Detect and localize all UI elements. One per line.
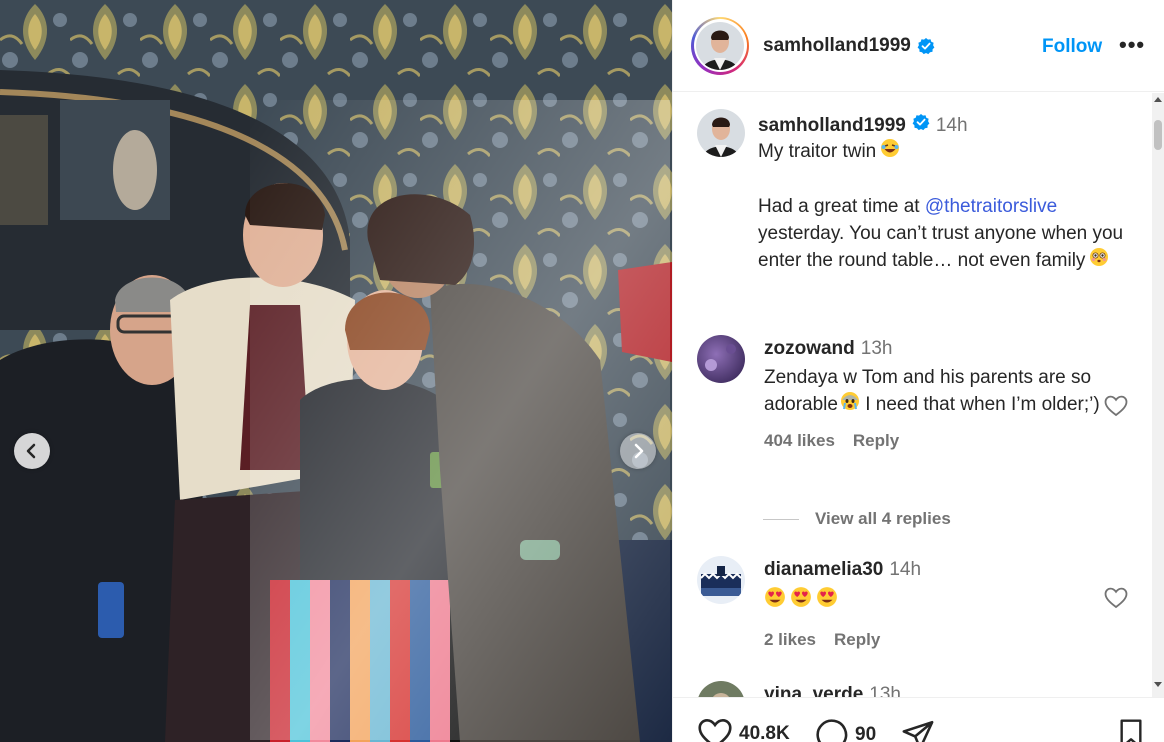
comments-scroll-area[interactable]: samholland1999 14h My traitor twin Had a … bbox=[673, 93, 1164, 697]
comment-text: Zendaya w Tom and his parents are so ado… bbox=[764, 364, 1104, 419]
caption-avatar[interactable] bbox=[697, 109, 745, 157]
follow-button[interactable]: Follow bbox=[1042, 36, 1102, 58]
more-options-button[interactable]: ••• bbox=[1119, 32, 1145, 58]
author-avatar bbox=[696, 21, 744, 70]
next-photo-button[interactable] bbox=[620, 433, 656, 469]
comment-count[interactable]: 90 bbox=[855, 724, 876, 742]
paper-plane-icon bbox=[902, 720, 934, 742]
commenter-username[interactable]: dianamelia30 bbox=[764, 559, 883, 580]
comment-text bbox=[764, 586, 1104, 616]
caption-line1-text: My traitor twin bbox=[758, 141, 877, 163]
post-photo[interactable] bbox=[0, 0, 672, 742]
caption-body: Had a great time at @thetraitorslive yes… bbox=[758, 193, 1138, 275]
comment-time[interactable]: 14h bbox=[889, 559, 921, 580]
verified-badge-icon bbox=[917, 37, 935, 55]
comment-button[interactable]: 90 bbox=[815, 718, 876, 742]
caption-time[interactable]: 14h bbox=[936, 115, 968, 136]
chevron-left-icon bbox=[26, 443, 36, 459]
heart-eyes-emoji-icon bbox=[764, 586, 786, 616]
flushed-emoji-icon bbox=[1089, 247, 1109, 275]
like-comment-heart-icon[interactable] bbox=[1104, 587, 1128, 609]
save-button[interactable] bbox=[1117, 718, 1145, 742]
comment-text-b: I need that when I’m older;’) bbox=[859, 394, 1100, 416]
mention-link[interactable]: @thetraitorslive bbox=[925, 196, 1057, 217]
caption-header: samholland1999 14h bbox=[758, 113, 1138, 138]
comment-likes[interactable]: 2 likes bbox=[764, 630, 816, 649]
like-button[interactable]: 40.8K bbox=[697, 718, 790, 742]
story-ring[interactable] bbox=[691, 16, 749, 75]
previous-photo-button[interactable] bbox=[14, 433, 50, 469]
comment-time[interactable]: 13h bbox=[869, 684, 901, 697]
commenter-username[interactable]: zozowand bbox=[764, 338, 855, 359]
heart-icon bbox=[698, 719, 732, 742]
caption-body-suffix: yesterday. You can’t trust anyone when y… bbox=[758, 223, 1124, 272]
commenter-avatar[interactable] bbox=[697, 681, 745, 697]
view-replies-button[interactable]: View all 4 replies bbox=[763, 509, 951, 529]
crying-emoji-icon bbox=[840, 391, 860, 419]
heart-eyes-emoji-icon bbox=[790, 586, 812, 616]
laughing-emoji-icon bbox=[880, 138, 900, 166]
verified-badge-icon bbox=[912, 113, 930, 131]
caption-body-prefix: Had a great time at bbox=[758, 196, 925, 217]
caption-username[interactable]: samholland1999 bbox=[758, 115, 906, 136]
scroll-up-arrow-icon[interactable] bbox=[1154, 96, 1162, 104]
post-header: samholland1999 Follow ••• bbox=[673, 0, 1164, 92]
bookmark-icon bbox=[1120, 719, 1142, 742]
scrollbar-thumb[interactable] bbox=[1154, 120, 1162, 150]
scrollbar[interactable] bbox=[1152, 93, 1164, 697]
comment-likes[interactable]: 404 likes bbox=[764, 431, 835, 450]
comment-time[interactable]: 13h bbox=[861, 338, 893, 359]
view-replies-label[interactable]: View all 4 replies bbox=[815, 509, 951, 529]
author-username[interactable]: samholland1999 bbox=[763, 35, 935, 57]
caption-line1: My traitor twin bbox=[758, 138, 1138, 166]
heart-eyes-emoji-icon bbox=[816, 586, 838, 616]
reply-button[interactable]: Reply bbox=[834, 630, 880, 649]
post-action-bar: 40.8K 90 bbox=[673, 697, 1164, 742]
commenter-avatar[interactable] bbox=[697, 556, 745, 604]
comment-meta: 404 likes Reply bbox=[764, 431, 1104, 451]
commenter-username[interactable]: yina_verde bbox=[764, 684, 863, 697]
share-button[interactable] bbox=[901, 718, 935, 742]
comment-bubble-icon bbox=[816, 719, 848, 742]
author-username-text[interactable]: samholland1999 bbox=[763, 35, 911, 57]
like-comment-heart-icon[interactable] bbox=[1104, 395, 1128, 417]
chevron-right-icon bbox=[634, 443, 644, 459]
photo-scene bbox=[0, 0, 672, 742]
commenter-avatar[interactable] bbox=[697, 335, 745, 383]
scroll-down-arrow-icon[interactable] bbox=[1154, 680, 1162, 688]
like-count[interactable]: 40.8K bbox=[739, 723, 790, 742]
post-side-panel: samholland1999 Follow ••• samholland1999… bbox=[672, 0, 1164, 742]
comment-meta: 2 likes Reply bbox=[764, 630, 1104, 650]
reply-button[interactable]: Reply bbox=[853, 431, 899, 450]
replies-divider bbox=[763, 518, 799, 520]
